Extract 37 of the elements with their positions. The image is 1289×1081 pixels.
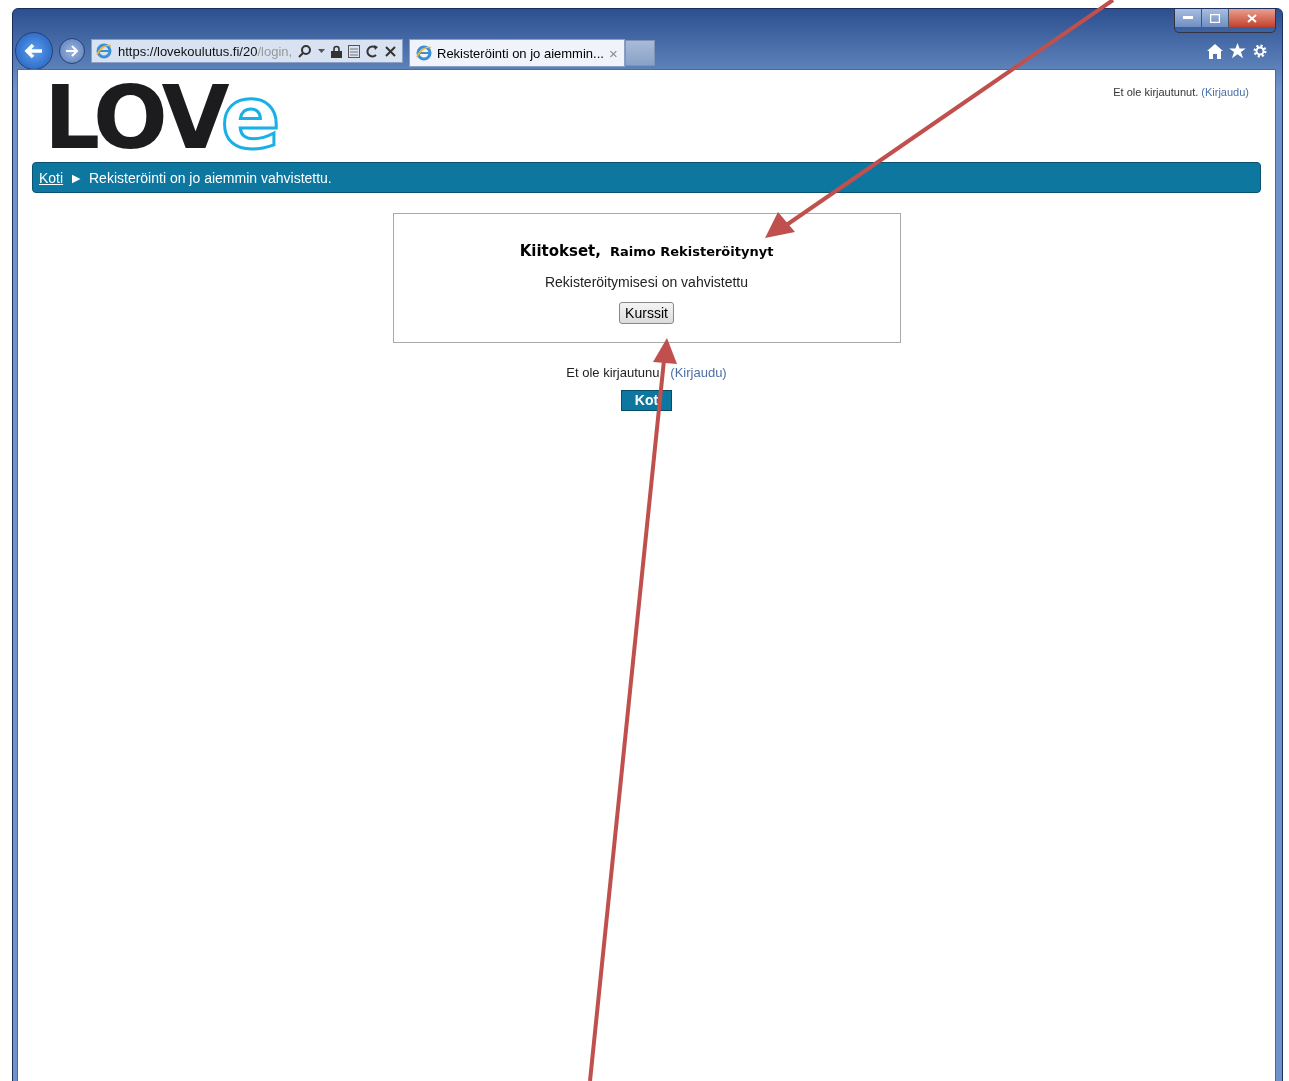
browser-tab[interactable]: Rekisteröinti on jo aiemmin... × [409, 39, 625, 67]
greeting-heading: Kiitokset, Raimo Rekisteröitynyt [519, 242, 774, 260]
tab-close-button[interactable]: × [608, 44, 618, 62]
compatibility-icon[interactable] [348, 44, 361, 58]
back-button[interactable] [15, 32, 53, 70]
breadcrumb-current: Rekisteröinti on jo aiemmin vahvistettu. [89, 169, 332, 186]
browser-e-icon [416, 45, 432, 61]
stop-icon[interactable] [385, 45, 396, 57]
url-text: https://lovekoulutus.fi/20/login, [117, 43, 293, 59]
star-icon[interactable] [1229, 43, 1246, 59]
login-link[interactable]: (Kirjaudu) [1201, 86, 1249, 98]
home-button[interactable]: Kot [620, 390, 673, 411]
login-status-text: Et ole kirjautunu (Kirjaudu) [566, 365, 727, 380]
home-link[interactable]: Koti [39, 169, 64, 186]
confirmation-message: Rekisteröitymisesi on vahvistettu [544, 274, 749, 290]
maximize-icon [1210, 13, 1220, 23]
dropdown-caret-icon[interactable] [318, 49, 326, 53]
minimize-button[interactable] [1175, 9, 1202, 27]
forward-arrow-icon [65, 45, 79, 57]
close-icon [1247, 13, 1257, 23]
back-arrow-icon [24, 43, 44, 59]
logo[interactable]: LOVe [44, 78, 277, 158]
breadcrumb-separator: ► [69, 169, 83, 186]
courses-button[interactable]: Kurssit [619, 302, 674, 324]
refresh-icon[interactable] [366, 44, 379, 58]
maximize-button[interactable] [1202, 9, 1229, 27]
lock-icon[interactable] [331, 44, 343, 58]
login-status-text: Et ole kirjautunut. (Kirjaudu) [1113, 85, 1249, 100]
home-icon[interactable] [1207, 43, 1223, 59]
forward-button[interactable] [59, 38, 85, 64]
close-button[interactable] [1229, 9, 1275, 27]
settings-icon[interactable] [1252, 43, 1268, 59]
address-bar[interactable]: https://lovekoulutus.fi/20/login, [91, 39, 403, 63]
search-icon[interactable] [298, 44, 313, 58]
minimize-icon [1183, 16, 1193, 20]
login-link[interactable]: (Kirjaudu) [670, 365, 727, 380]
browser-e-icon [96, 43, 112, 59]
